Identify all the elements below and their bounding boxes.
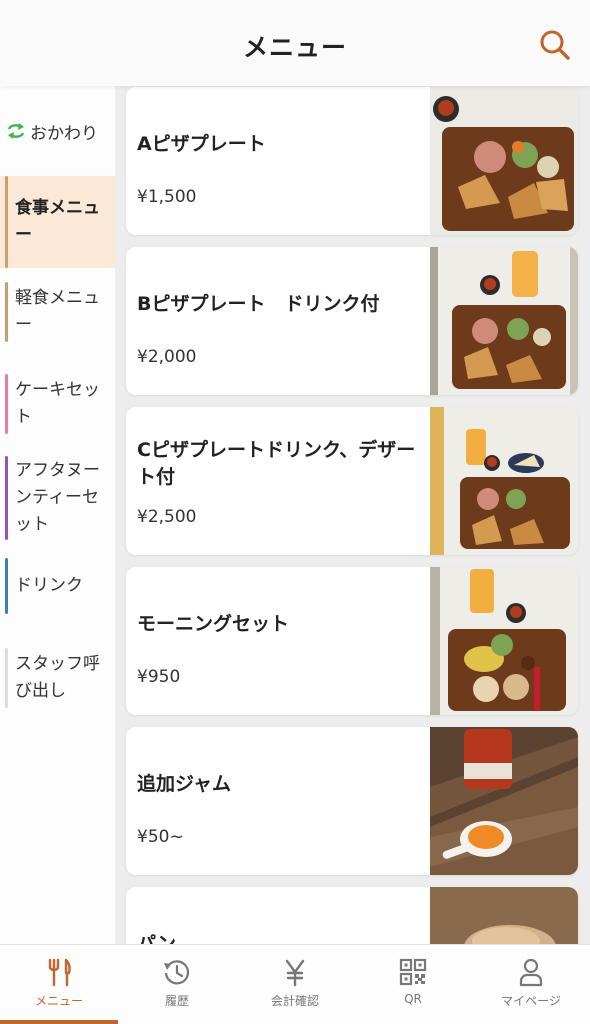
category-sidebar: おかわり 食事メニュー 軽食メニュー ケーキセット アフタヌーンティーセット ド… — [0, 86, 115, 944]
refresh-icon — [7, 123, 25, 139]
category-meal[interactable]: 食事メニュー — [0, 176, 115, 268]
category-label: アフタヌーンティーセット — [15, 460, 100, 535]
tab-label: マイページ — [501, 994, 561, 1008]
menu-item-name: モーニングセット — [137, 613, 290, 635]
tab-qr[interactable]: QR — [354, 945, 472, 1024]
category-label: 食事メニュー — [15, 198, 100, 245]
category-label: ドリンク — [15, 575, 83, 596]
qr-code-icon — [399, 958, 427, 986]
category-call-staff[interactable]: スタッフ呼び出し — [0, 648, 115, 708]
person-icon — [519, 958, 543, 987]
tab-mypage[interactable]: マイページ — [472, 945, 590, 1024]
menu-item-name: パン — [137, 933, 176, 944]
category-color-bar — [5, 374, 8, 434]
category-color-bar — [5, 648, 8, 708]
refill-button[interactable]: おかわり — [6, 116, 111, 146]
menu-item-card[interactable]: 追加ジャム ¥50~ — [126, 727, 578, 875]
tab-history[interactable]: 履歴 — [118, 945, 236, 1024]
category-label: 軽食メニュー — [15, 288, 100, 335]
menu-item-photo — [430, 887, 578, 944]
category-light-meal[interactable]: 軽食メニュー — [0, 282, 115, 342]
menu-item-price: ¥2,500 — [137, 507, 197, 527]
category-color-bar — [5, 558, 8, 614]
category-color-bar — [5, 456, 8, 540]
menu-item-photo — [430, 407, 578, 555]
menu-item-card[interactable]: パン — [126, 887, 578, 944]
app-header: メニュー — [0, 0, 590, 86]
category-cake-set[interactable]: ケーキセット — [0, 374, 115, 434]
menu-item-name: 追加ジャム — [137, 773, 232, 795]
menu-item-photo — [430, 567, 578, 715]
tab-label: 履歴 — [164, 994, 189, 1008]
menu-item-name: Cピザプレートドリンク、デザート付 — [137, 439, 416, 488]
page-title: メニュー — [242, 33, 347, 62]
category-color-bar — [5, 282, 8, 342]
menu-item-price: ¥2,000 — [137, 347, 197, 367]
tab-label: QR — [404, 992, 422, 1006]
menu-item-photo — [430, 727, 578, 875]
fork-knife-icon — [48, 958, 71, 987]
menu-item-card[interactable]: モーニングセット ¥950 — [126, 567, 578, 715]
tab-label: 会計確認 — [270, 994, 319, 1008]
menu-item-price: ¥1,500 — [137, 187, 197, 207]
menu-list: Aピザプレート ¥1,500 Bピザプレート ドリンク付 ¥2,000 Cピザプ… — [115, 86, 590, 944]
menu-item-photo — [430, 87, 578, 235]
menu-item-card[interactable]: Aピザプレート ¥1,500 — [126, 87, 578, 235]
history-icon — [164, 960, 190, 985]
tab-menu[interactable]: メニュー — [0, 945, 118, 1024]
category-label: ケーキセット — [15, 380, 100, 427]
category-drink[interactable]: ドリンク — [0, 558, 115, 614]
menu-item-card[interactable]: Cピザプレートドリンク、デザート付 ¥2,500 — [126, 407, 578, 555]
tab-bill[interactable]: 会計確認 — [236, 945, 354, 1024]
refill-label: おかわり — [30, 123, 98, 144]
yen-icon — [285, 959, 305, 987]
menu-item-price: ¥950 — [137, 667, 181, 687]
category-label: スタッフ呼び出し — [15, 654, 100, 701]
search-button[interactable] — [538, 28, 572, 62]
menu-item-price: ¥50~ — [137, 827, 184, 847]
menu-item-photo — [430, 247, 578, 395]
bottom-tab-bar: メニュー 履歴 会計確認 QR マイページ — [0, 944, 590, 1024]
menu-item-name: Aピザプレート — [137, 133, 266, 155]
category-color-bar — [5, 176, 8, 268]
menu-item-name: Bピザプレート ドリンク付 — [137, 293, 380, 315]
menu-item-card[interactable]: Bピザプレート ドリンク付 ¥2,000 — [126, 247, 578, 395]
tab-label: メニュー — [34, 994, 83, 1008]
search-icon — [540, 30, 570, 60]
category-afternoon-tea[interactable]: アフタヌーンティーセット — [0, 456, 115, 540]
